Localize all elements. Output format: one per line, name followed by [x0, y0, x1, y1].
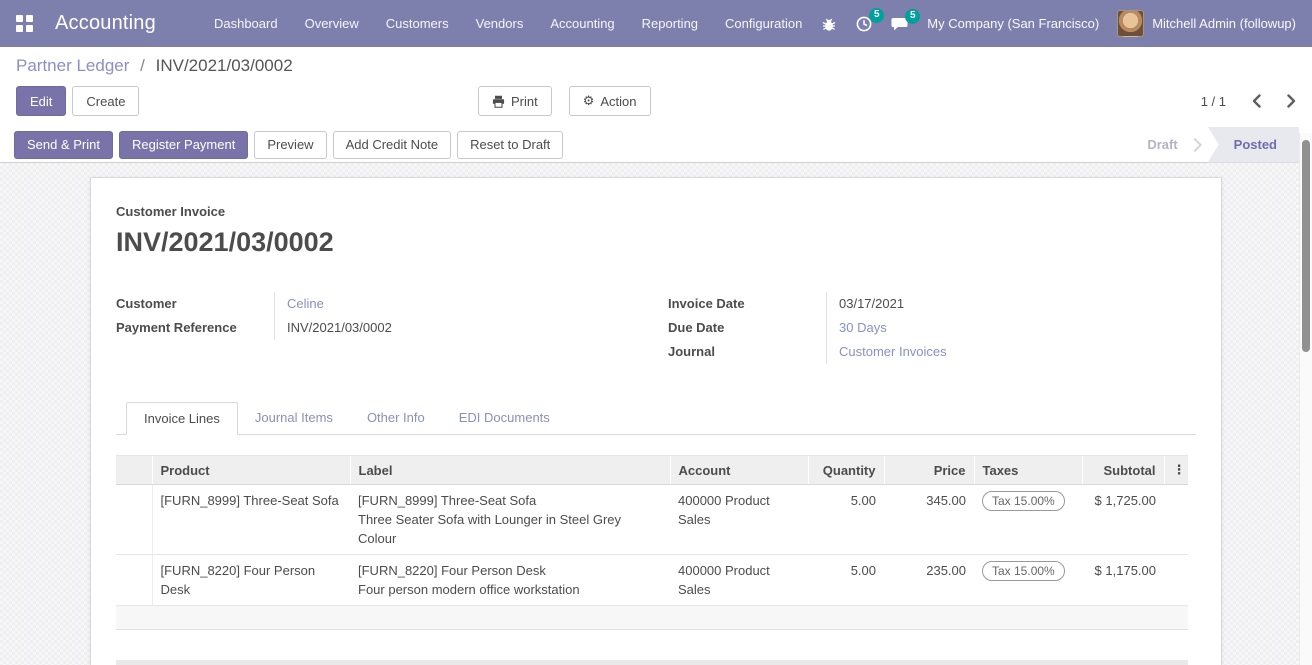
nav-item-accounting[interactable]: Accounting: [550, 16, 614, 31]
activity-count-badge: 5: [869, 8, 884, 23]
invoice-sheet: Customer Invoice INV/2021/03/0002 Custom…: [90, 177, 1222, 665]
document-type-label: Customer Invoice: [116, 204, 1196, 219]
journal-field-label: Journal: [668, 340, 826, 364]
printer-icon: [492, 95, 505, 108]
payment-reference-value: INV/2021/03/0002: [274, 316, 656, 340]
subtotal-column-header: Subtotal: [1082, 456, 1164, 485]
taxes-column-header: Taxes: [974, 456, 1082, 485]
invoice-line-row[interactable]: [FURN_8999] Three-Seat Sofa [FURN_8999] …: [116, 485, 1188, 555]
taxes-cell: Tax 15.00%: [974, 485, 1082, 555]
pager-count: 1 / 1: [1201, 94, 1226, 109]
user-avatar[interactable]: [1117, 10, 1144, 37]
breadcrumb-parent-link[interactable]: Partner Ledger: [16, 56, 129, 75]
product-column-header: Product: [152, 456, 350, 485]
optional-columns-icon[interactable]: ⋮: [1164, 456, 1188, 485]
action-button[interactable]: ⚙ Action: [569, 86, 651, 116]
product-cell: [FURN_8220] Four Person Desk: [152, 555, 350, 606]
top-navbar: Accounting Dashboard Overview Customers …: [0, 0, 1312, 47]
due-date-value-link[interactable]: 30 Days: [839, 320, 887, 335]
nav-item-configuration[interactable]: Configuration: [725, 16, 802, 31]
product-cell: [FURN_8999] Three-Seat Sofa: [152, 485, 350, 555]
nav-item-overview[interactable]: Overview: [305, 16, 359, 31]
state-draft[interactable]: Draft: [1131, 127, 1193, 163]
label-column-header: Label: [350, 456, 670, 485]
print-button[interactable]: Print: [478, 86, 552, 116]
user-name: Mitchell Admin (followup): [1152, 16, 1296, 31]
notebook-tabs: Invoice Lines Journal Items Other Info E…: [116, 402, 1196, 435]
status-flow: Draft Posted: [1131, 127, 1299, 163]
nav-item-vendors[interactable]: Vendors: [476, 16, 524, 31]
customer-field-label: Customer: [116, 292, 274, 316]
breadcrumb: Partner Ledger / INV/2021/03/0002: [16, 56, 1296, 76]
subtotal-cell: $ 1,725.00: [1082, 485, 1164, 555]
send-print-button[interactable]: Send & Print: [14, 131, 113, 159]
state-posted[interactable]: Posted: [1208, 127, 1299, 163]
due-date-field-label: Due Date: [668, 316, 826, 340]
user-menu[interactable]: Mitchell Admin (followup): [1117, 10, 1296, 37]
invoice-date-field-label: Invoice Date: [668, 292, 826, 316]
payment-reference-field-label: Payment Reference: [116, 316, 274, 340]
reset-to-draft-button[interactable]: Reset to Draft: [457, 131, 563, 159]
tab-invoice-lines[interactable]: Invoice Lines: [126, 402, 238, 435]
price-column-header: Price: [884, 456, 974, 485]
breadcrumb-current: INV/2021/03/0002: [156, 56, 293, 75]
row-drag-handle[interactable]: [116, 485, 152, 555]
subtotal-cell: $ 1,175.00: [1082, 555, 1164, 606]
account-cell: 400000 Product Sales: [670, 555, 808, 606]
form-view-content: Customer Invoice INV/2021/03/0002 Custom…: [0, 163, 1312, 665]
tab-journal-items[interactable]: Journal Items: [238, 402, 350, 435]
tax-badge: Tax 15.00%: [982, 561, 1065, 581]
table-header-row: Product Label Account Quantity Price Tax…: [116, 456, 1188, 485]
invoice-date-value: 03/17/2021: [826, 292, 1196, 316]
taxes-cell: Tax 15.00%: [974, 555, 1082, 606]
nav-item-reporting[interactable]: Reporting: [642, 16, 698, 31]
nav-item-dashboard[interactable]: Dashboard: [214, 16, 278, 31]
vertical-scrollbar[interactable]: [1299, 133, 1312, 665]
apps-menu-icon[interactable]: [16, 15, 33, 32]
tab-edi-documents[interactable]: EDI Documents: [442, 402, 567, 435]
price-cell: 235.00: [884, 555, 974, 606]
gear-icon: ⚙: [583, 95, 595, 108]
invoice-line-row[interactable]: [FURN_8220] Four Person Desk [FURN_8220]…: [116, 555, 1188, 606]
customer-value-link[interactable]: Celine: [287, 296, 324, 311]
tax-badge: Tax 15.00%: [982, 491, 1065, 511]
breadcrumb-separator: /: [140, 56, 145, 75]
account-cell: 400000 Product Sales: [670, 485, 808, 555]
register-payment-button[interactable]: Register Payment: [119, 131, 248, 159]
app-brand[interactable]: Accounting: [55, 12, 156, 35]
debug-bug-icon[interactable]: [821, 16, 837, 32]
pager-next-icon[interactable]: [1287, 94, 1296, 108]
totals-separator-bar: [116, 660, 1188, 665]
nav-item-customers[interactable]: Customers: [386, 16, 449, 31]
empty-filler-row: [116, 606, 1188, 630]
quantity-cell: 5.00: [808, 555, 884, 606]
journal-value-link[interactable]: Customer Invoices: [839, 344, 947, 359]
company-switcher[interactable]: My Company (San Francisco): [927, 16, 1099, 31]
label-cell: [FURN_8220] Four Person Desk Four person…: [350, 555, 670, 606]
message-count-badge: 5: [905, 9, 920, 24]
handle-column-header: [116, 456, 152, 485]
account-column-header: Account: [670, 456, 808, 485]
control-panel: Partner Ledger / INV/2021/03/0002 Edit C…: [0, 47, 1312, 127]
invoice-lines-table: Product Label Account Quantity Price Tax…: [116, 455, 1188, 630]
activity-clock-icon[interactable]: 5: [855, 15, 873, 33]
row-drag-handle[interactable]: [116, 555, 152, 606]
price-cell: 345.00: [884, 485, 974, 555]
quantity-cell: 5.00: [808, 485, 884, 555]
preview-button[interactable]: Preview: [254, 131, 326, 159]
create-button[interactable]: Create: [72, 86, 139, 116]
messages-icon[interactable]: 5: [891, 16, 909, 32]
quantity-column-header: Quantity: [808, 456, 884, 485]
pager-previous-icon[interactable]: [1252, 94, 1261, 108]
edit-button[interactable]: Edit: [16, 86, 66, 116]
scrollbar-thumb[interactable]: [1302, 140, 1310, 352]
form-statusbar: Send & Print Register Payment Preview Ad…: [0, 127, 1299, 163]
add-credit-note-button[interactable]: Add Credit Note: [333, 131, 452, 159]
nav-menu: Dashboard Overview Customers Vendors Acc…: [214, 16, 802, 31]
invoice-number-title: INV/2021/03/0002: [116, 227, 1196, 258]
label-cell: [FURN_8999] Three-Seat Sofa Three Seater…: [350, 485, 670, 555]
tab-other-info[interactable]: Other Info: [350, 402, 442, 435]
